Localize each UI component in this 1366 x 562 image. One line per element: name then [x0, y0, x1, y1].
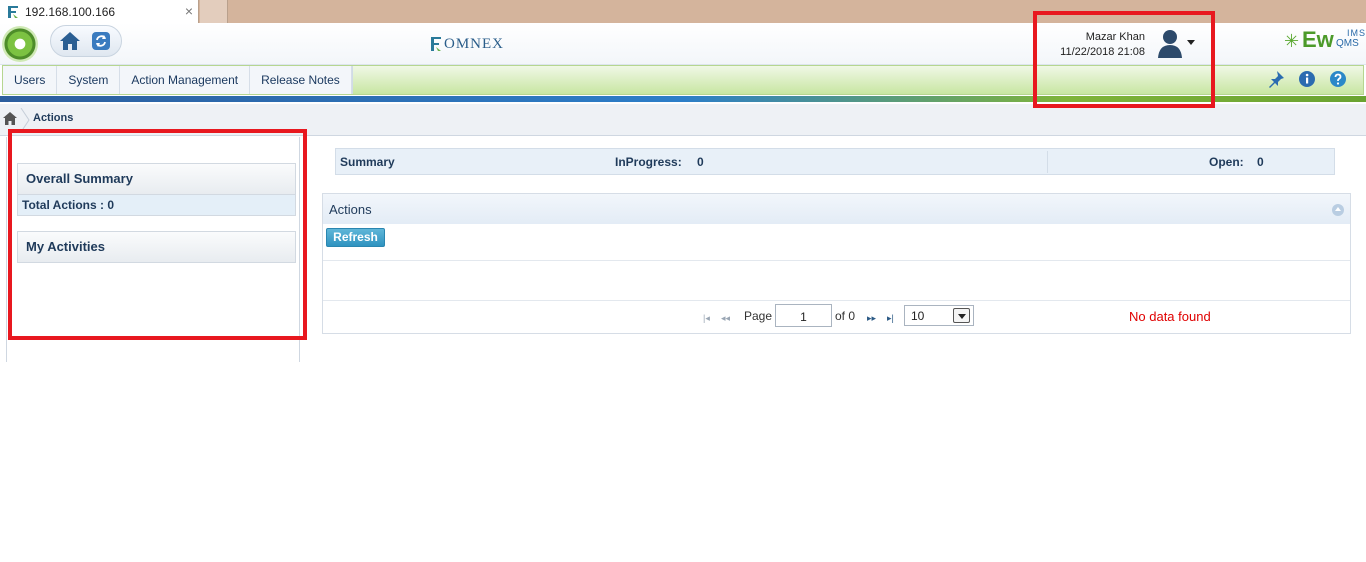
ewqms-logo-qms: QMS	[1336, 38, 1359, 49]
quick-buttons	[50, 25, 122, 57]
home-icon[interactable]	[59, 31, 81, 51]
chevron-down-icon[interactable]	[953, 308, 970, 323]
refresh-icon[interactable]	[91, 31, 111, 51]
user-info-highlight	[1033, 11, 1215, 108]
next-page-icon[interactable]: ▸▸	[867, 313, 876, 324]
toolbar-icons	[1267, 70, 1347, 88]
summary-bar: Summary InProgress: 0 Open: 0	[335, 148, 1335, 175]
grid-header-line	[323, 260, 1350, 261]
page-label: Page	[744, 309, 773, 323]
omnex-favicon-icon	[8, 5, 18, 18]
ewqms-logo-text: Ew	[1302, 27, 1334, 52]
page-count: of 0	[835, 309, 856, 323]
summary-label: Summary	[340, 155, 395, 169]
open-value: 0	[1257, 155, 1264, 169]
last-page-icon[interactable]: ▸|	[887, 313, 894, 324]
page-number-input[interactable]: 1	[775, 304, 832, 327]
pin-icon[interactable]	[1267, 70, 1285, 88]
ewqms-logo-ims: IMS	[1347, 28, 1366, 38]
app-menu-orb-icon[interactable]	[2, 26, 38, 62]
browser-tab-title: 192.168.100.166	[25, 4, 116, 19]
actions-panel-header: Actions	[323, 194, 1350, 224]
page-size-select[interactable]: 10	[904, 305, 974, 326]
breadcrumb-home-icon[interactable]	[3, 112, 17, 125]
info-icon[interactable]	[1298, 70, 1316, 88]
actions-panel-title: Actions	[329, 202, 372, 217]
ewqms-logo: ✳ Ew IMS QMS	[1284, 27, 1365, 54]
refresh-button[interactable]: Refresh	[326, 228, 385, 247]
menu-item-action-management[interactable]: Action Management	[120, 66, 251, 94]
breadcrumb-current: Actions	[33, 112, 74, 124]
menu-item-release-notes[interactable]: Release Notes	[250, 66, 352, 94]
prev-page-icon[interactable]: ◂◂	[721, 313, 730, 324]
omnex-logo: OMNEX	[430, 33, 504, 55]
help-icon[interactable]	[1329, 70, 1347, 88]
close-tab-icon[interactable]: ×	[185, 3, 193, 19]
actions-panel: Actions Refresh |◂ ◂◂ Page 1 of 0 ▸▸ ▸| …	[322, 193, 1351, 334]
browser-tab[interactable]: 192.168.100.166 ×	[0, 0, 199, 23]
first-page-icon[interactable]: |◂	[703, 313, 710, 324]
omnex-logo-text: OMNEX	[444, 35, 504, 52]
inprogress-label: InProgress:	[615, 155, 682, 169]
omnex-logo-icon	[431, 37, 441, 51]
menu-items: Users System Action Management Release N…	[3, 66, 353, 94]
new-tab-button[interactable]	[200, 0, 228, 23]
left-panel-highlight	[8, 129, 307, 340]
summary-divider	[1047, 151, 1048, 173]
open-label: Open:	[1209, 155, 1244, 169]
pager: |◂ ◂◂ Page 1 of 0 ▸▸ ▸| 10 No data found	[323, 301, 1350, 334]
page-size-value: 10	[911, 309, 925, 323]
ewqms-star-icon: ✳	[1284, 31, 1300, 51]
menu-item-system[interactable]: System	[57, 66, 121, 94]
empty-message: No data found	[1129, 309, 1211, 324]
collapse-panel-icon[interactable]	[1332, 204, 1344, 216]
menu-item-users[interactable]: Users	[3, 66, 58, 94]
inprogress-value: 0	[697, 155, 704, 169]
